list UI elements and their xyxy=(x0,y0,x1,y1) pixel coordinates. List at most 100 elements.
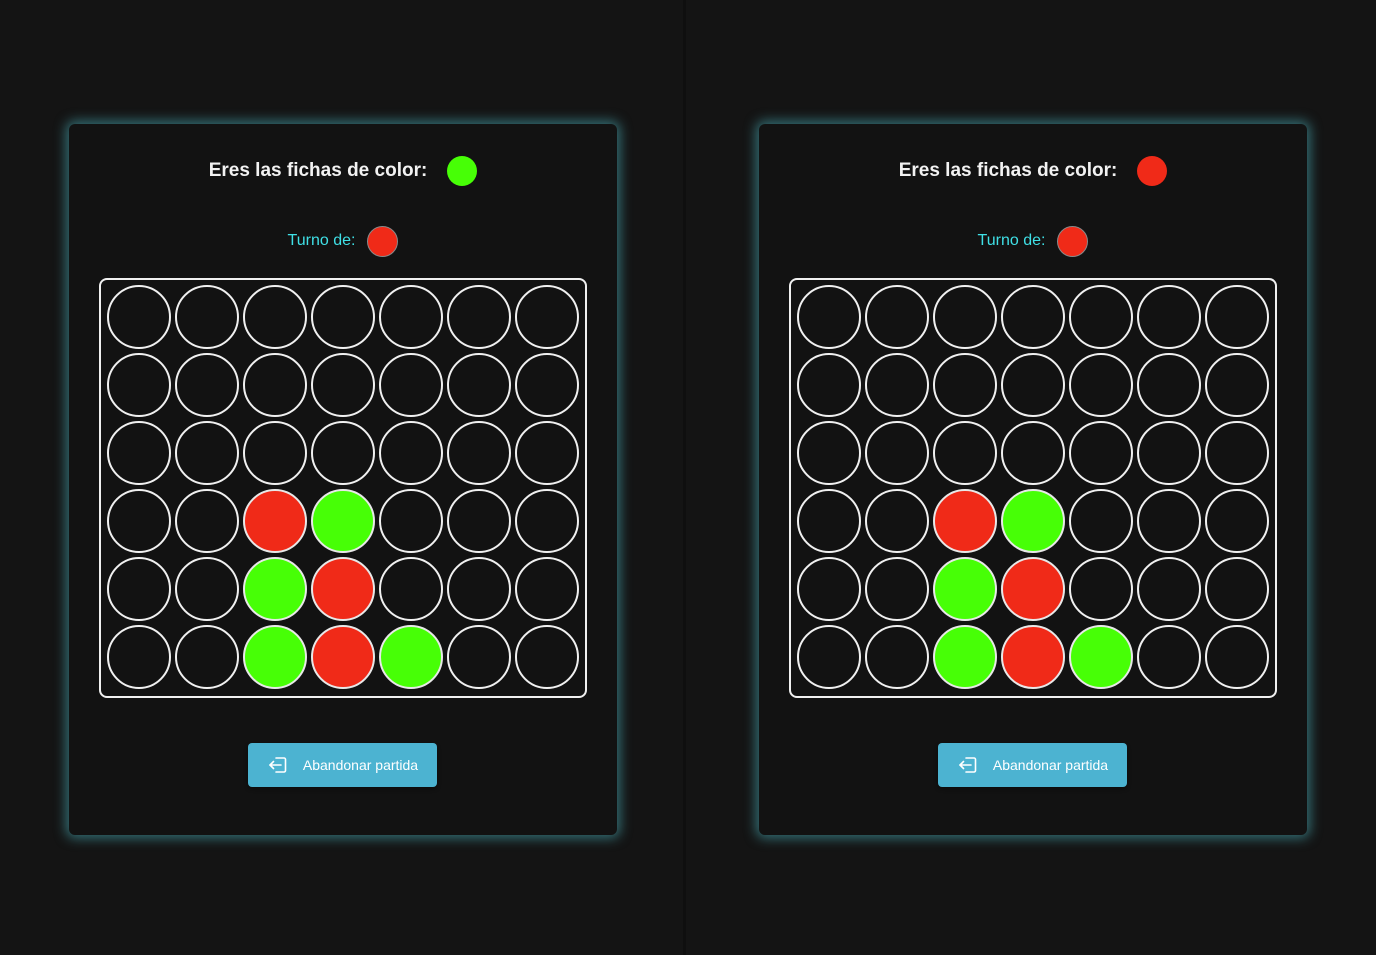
green-disc[interactable] xyxy=(243,557,307,621)
empty-slot[interactable] xyxy=(379,285,443,349)
empty-slot[interactable] xyxy=(1205,489,1269,553)
empty-slot[interactable] xyxy=(1205,353,1269,417)
empty-slot[interactable] xyxy=(447,353,511,417)
empty-slot[interactable] xyxy=(175,353,239,417)
empty-slot[interactable] xyxy=(107,421,171,485)
player-color-header: Eres las fichas de color: xyxy=(69,156,617,186)
green-disc[interactable] xyxy=(1001,489,1065,553)
empty-slot[interactable] xyxy=(865,557,929,621)
empty-slot[interactable] xyxy=(1205,557,1269,621)
player-1-view: Eres las fichas de color: Turno de: Aban… xyxy=(0,0,683,955)
red-disc[interactable] xyxy=(1001,625,1065,689)
empty-slot[interactable] xyxy=(1137,625,1201,689)
empty-slot[interactable] xyxy=(243,285,307,349)
empty-slot[interactable] xyxy=(797,353,861,417)
empty-slot[interactable] xyxy=(107,353,171,417)
empty-slot[interactable] xyxy=(243,421,307,485)
empty-slot[interactable] xyxy=(175,421,239,485)
empty-slot[interactable] xyxy=(865,353,929,417)
green-disc[interactable] xyxy=(933,625,997,689)
empty-slot[interactable] xyxy=(175,625,239,689)
empty-slot[interactable] xyxy=(1001,353,1065,417)
player-color-label: Eres las fichas de color: xyxy=(208,160,428,181)
empty-slot[interactable] xyxy=(175,489,239,553)
empty-slot[interactable] xyxy=(1001,285,1065,349)
empty-slot[interactable] xyxy=(515,557,579,621)
empty-slot[interactable] xyxy=(797,421,861,485)
empty-slot[interactable] xyxy=(447,421,511,485)
abandon-game-label: Abandonar partida xyxy=(992,757,1109,773)
turn-color-chip xyxy=(367,225,399,257)
empty-slot[interactable] xyxy=(107,285,171,349)
empty-slot[interactable] xyxy=(107,489,171,553)
empty-slot[interactable] xyxy=(1069,285,1133,349)
empty-slot[interactable] xyxy=(447,489,511,553)
abandon-game-label: Abandonar partida xyxy=(302,757,419,773)
empty-slot[interactable] xyxy=(1137,557,1201,621)
empty-slot[interactable] xyxy=(379,557,443,621)
empty-slot[interactable] xyxy=(1205,625,1269,689)
game-card: Eres las fichas de color: Turno de: Aban… xyxy=(759,124,1307,835)
empty-slot[interactable] xyxy=(311,353,375,417)
empty-slot[interactable] xyxy=(1069,489,1133,553)
green-disc[interactable] xyxy=(933,557,997,621)
empty-slot[interactable] xyxy=(107,557,171,621)
empty-slot[interactable] xyxy=(447,285,511,349)
empty-slot[interactable] xyxy=(447,625,511,689)
empty-slot[interactable] xyxy=(933,421,997,485)
empty-slot[interactable] xyxy=(515,353,579,417)
abandon-game-button[interactable]: Abandonar partida xyxy=(938,743,1127,787)
empty-slot[interactable] xyxy=(515,421,579,485)
empty-slot[interactable] xyxy=(311,421,375,485)
empty-slot[interactable] xyxy=(865,285,929,349)
empty-slot[interactable] xyxy=(797,285,861,349)
empty-slot[interactable] xyxy=(515,625,579,689)
empty-slot[interactable] xyxy=(379,489,443,553)
green-disc[interactable] xyxy=(379,625,443,689)
empty-slot[interactable] xyxy=(1137,285,1201,349)
green-disc[interactable] xyxy=(311,489,375,553)
empty-slot[interactable] xyxy=(515,285,579,349)
empty-slot[interactable] xyxy=(1069,353,1133,417)
turn-indicator: Turno de: xyxy=(759,225,1307,257)
game-board[interactable] xyxy=(789,278,1277,698)
empty-slot[interactable] xyxy=(1137,489,1201,553)
red-disc[interactable] xyxy=(311,625,375,689)
empty-slot[interactable] xyxy=(865,421,929,485)
empty-slot[interactable] xyxy=(1001,421,1065,485)
empty-slot[interactable] xyxy=(379,353,443,417)
red-disc[interactable] xyxy=(933,489,997,553)
empty-slot[interactable] xyxy=(865,489,929,553)
empty-slot[interactable] xyxy=(797,489,861,553)
empty-slot[interactable] xyxy=(865,625,929,689)
empty-slot[interactable] xyxy=(107,625,171,689)
exit-icon xyxy=(957,754,979,776)
empty-slot[interactable] xyxy=(243,353,307,417)
empty-slot[interactable] xyxy=(175,285,239,349)
empty-slot[interactable] xyxy=(1205,285,1269,349)
empty-slot[interactable] xyxy=(933,285,997,349)
red-disc[interactable] xyxy=(243,489,307,553)
empty-slot[interactable] xyxy=(1137,353,1201,417)
empty-slot[interactable] xyxy=(797,557,861,621)
green-disc[interactable] xyxy=(1069,625,1133,689)
empty-slot[interactable] xyxy=(447,557,511,621)
empty-slot[interactable] xyxy=(797,625,861,689)
empty-slot[interactable] xyxy=(1069,557,1133,621)
player-color-header: Eres las fichas de color: xyxy=(759,156,1307,186)
empty-slot[interactable] xyxy=(379,421,443,485)
empty-slot[interactable] xyxy=(311,285,375,349)
game-board[interactable] xyxy=(99,278,587,698)
empty-slot[interactable] xyxy=(175,557,239,621)
empty-slot[interactable] xyxy=(1205,421,1269,485)
empty-slot[interactable] xyxy=(933,353,997,417)
red-disc[interactable] xyxy=(1001,557,1065,621)
empty-slot[interactable] xyxy=(1069,421,1133,485)
player-color-chip xyxy=(1137,156,1168,186)
empty-slot[interactable] xyxy=(515,489,579,553)
green-disc[interactable] xyxy=(243,625,307,689)
red-disc[interactable] xyxy=(311,557,375,621)
abandon-game-button[interactable]: Abandonar partida xyxy=(248,743,437,787)
empty-slot[interactable] xyxy=(1137,421,1201,485)
player-color-label: Eres las fichas de color: xyxy=(898,160,1118,181)
